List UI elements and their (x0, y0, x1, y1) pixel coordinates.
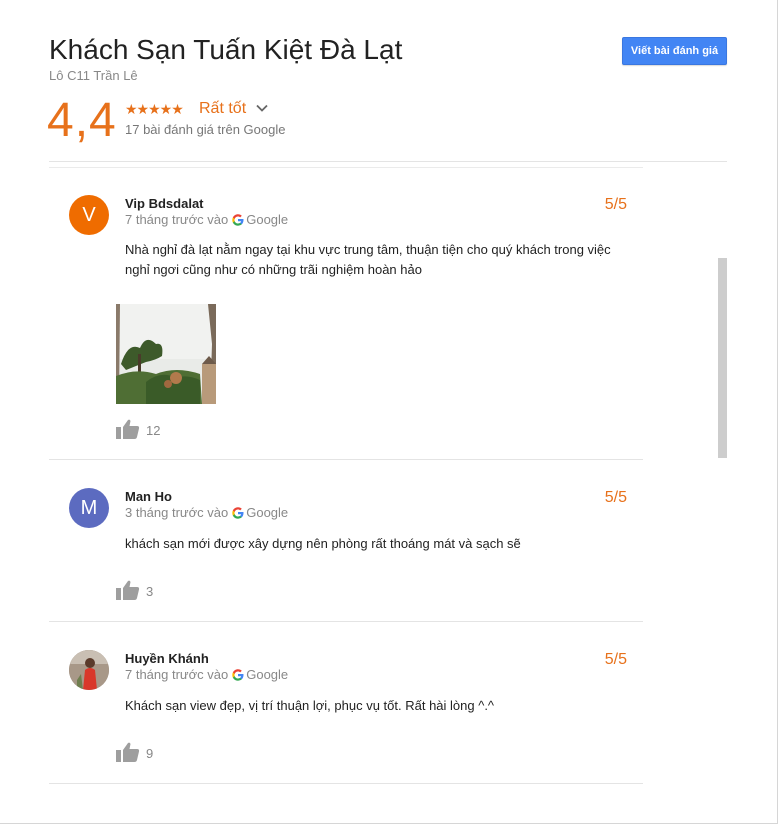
review-score: 5/5 (604, 196, 627, 213)
rating-label[interactable]: Rất tốt (199, 100, 246, 118)
review-text: khách sạn mới được xây dựng nên phòng rấ… (125, 536, 521, 551)
thumbs-up-icon (116, 580, 140, 600)
write-review-button[interactable]: Viết bài đánh giá (622, 37, 727, 65)
review-author[interactable]: Man Ho (125, 489, 172, 504)
avatar[interactable]: M (69, 488, 109, 528)
like-button[interactable]: 3 (116, 580, 166, 602)
avatar[interactable]: V (69, 195, 109, 235)
review-author[interactable]: Vip Bdsdalat (125, 196, 204, 211)
review-time: 7 tháng trước vào (125, 667, 229, 682)
review-meta: 3 tháng trước vào Google (125, 505, 288, 520)
google-icon (232, 507, 244, 519)
google-icon (232, 669, 244, 681)
review-text: Khách sạn view đẹp, vị trí thuận lợi, ph… (125, 698, 495, 713)
review-photo-image (116, 304, 216, 404)
like-button[interactable]: 9 (116, 742, 166, 764)
thumbs-up-icon (116, 419, 140, 439)
review-item: M Man Ho 3 tháng trước vào Google 5/5 khá… (49, 460, 643, 622)
scrollbar-thumb[interactable] (718, 258, 727, 458)
list-divider (49, 167, 643, 168)
like-count: 12 (146, 423, 161, 438)
review-item: V Vip Bdsdalat 7 tháng trước vào Google 5… (49, 170, 643, 460)
like-count: 9 (146, 746, 154, 761)
review-divider (49, 783, 643, 784)
review-meta: 7 tháng trước vào Google (125, 667, 288, 682)
review-author[interactable]: Huyền Khánh (125, 651, 209, 666)
avatar[interactable] (69, 650, 109, 690)
review-meta: 7 tháng trước vào Google (125, 212, 288, 227)
like-button[interactable]: 12 (116, 419, 166, 441)
review-time: 7 tháng trước vào (125, 212, 229, 227)
star-rating-icon: ★★★★★ (125, 101, 184, 117)
header-divider (49, 161, 727, 162)
chevron-down-icon[interactable] (255, 101, 269, 115)
avatar-photo (69, 650, 109, 690)
like-count: 3 (146, 584, 154, 599)
review-score: 5/5 (604, 651, 627, 668)
review-photo[interactable] (116, 304, 216, 404)
review-source: Google (246, 505, 289, 520)
google-icon (232, 214, 244, 226)
thumbs-up-icon (116, 742, 140, 762)
review-count: 17 bài đánh giá trên Google (125, 122, 286, 137)
review-score: 5/5 (604, 489, 627, 506)
review-text: Nhà nghỉ đà lạt nằm ngay tại khu vực tru… (125, 242, 611, 277)
review-source: Google (246, 667, 289, 682)
hotel-address: Lô C11 Trần Lê (49, 68, 138, 83)
rating-score: 4,4 (47, 94, 117, 147)
review-time: 3 tháng trước vào (125, 505, 229, 520)
page-title: Khách Sạn Tuấn Kiệt Đà Lạt (49, 34, 403, 65)
review-item: Huyền Khánh 7 tháng trước vào Google 5/5 … (49, 622, 643, 784)
review-source: Google (246, 212, 289, 227)
